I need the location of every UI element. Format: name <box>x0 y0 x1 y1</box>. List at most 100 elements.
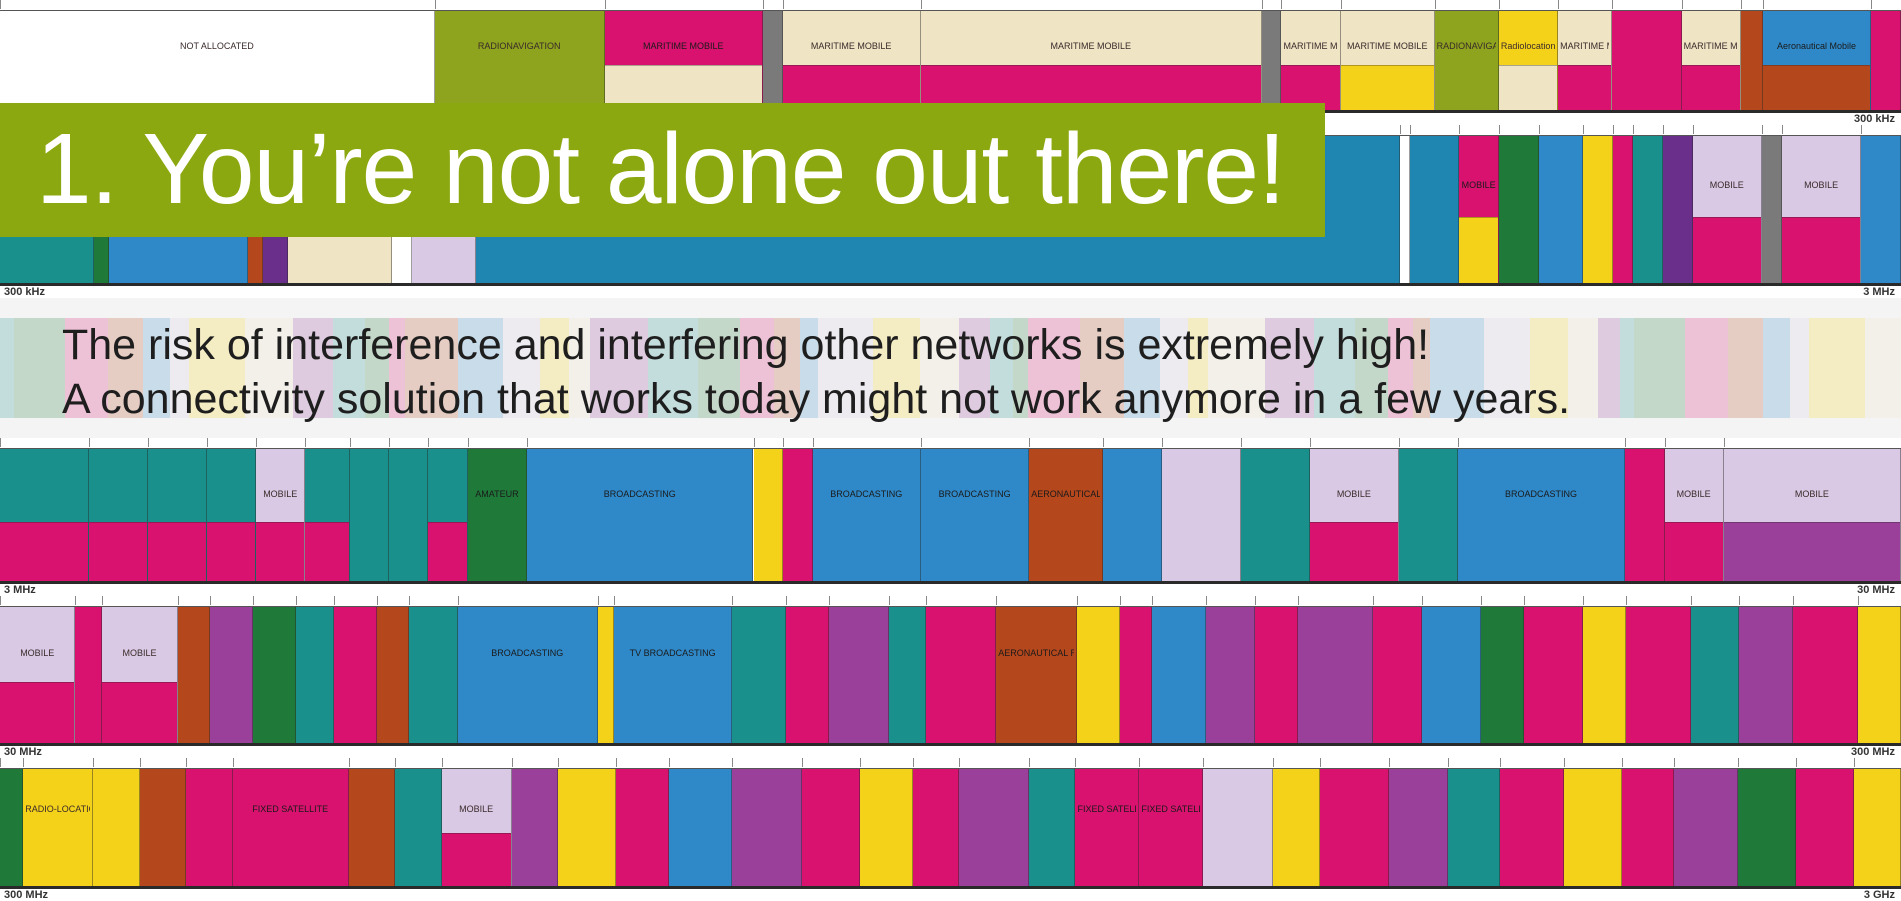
frequency-tick <box>1389 758 1391 767</box>
allocation-block: MARITIME MOBILE <box>1681 11 1741 110</box>
faded-allocation-block <box>1620 318 1634 418</box>
frequency-tick <box>912 758 914 767</box>
allocation-block <box>1690 607 1740 743</box>
allocation-label: MOBILE <box>1709 180 1744 191</box>
allocation-block <box>1398 449 1458 581</box>
frequency-tick <box>349 438 351 447</box>
frequency-tick <box>1241 438 1243 447</box>
allocation-block: BROADCASTING <box>1457 449 1626 581</box>
allocation-block <box>1632 136 1663 283</box>
allocation-block: BROADCASTING <box>920 449 1030 581</box>
frequency-tick <box>1857 596 1859 605</box>
allocation-block: MARITIME MOBILE <box>920 11 1262 110</box>
frequency-tick <box>1632 125 1634 134</box>
allocation-block <box>253 607 297 743</box>
frequency-tick <box>177 596 179 605</box>
spectrum-row: RADIO-LOCATION FIXED SATELLITE MOBILE FIXED… <box>0 758 1901 901</box>
allocation-block <box>1612 11 1682 110</box>
start-frequency-label: 300 MHz <box>4 889 49 901</box>
allocation-block <box>802 769 861 886</box>
allocation-block <box>305 449 350 581</box>
allocation-block <box>349 449 390 581</box>
frequency-tick <box>1854 758 1856 767</box>
allocation-block <box>1625 449 1665 581</box>
allocation-label: MARITIME MOBILE <box>1683 40 1738 51</box>
secondary-allocation <box>1310 521 1398 581</box>
allocation-block <box>1152 607 1207 743</box>
allocation-label: MARITIME MOBILE <box>1050 40 1132 51</box>
frequency-tick <box>1319 758 1321 767</box>
frequency-tick <box>613 596 615 605</box>
frequency-tick <box>1739 596 1741 605</box>
frequency-tick <box>526 438 528 447</box>
frequency-tick <box>1662 125 1664 134</box>
allocation-block <box>1120 607 1153 743</box>
allocation-label: MOBILE <box>263 488 298 499</box>
frequency-tick <box>1273 758 1275 767</box>
frequency-tick <box>511 758 513 767</box>
allocation-label: FIXED SATELLITE <box>252 804 329 815</box>
allocation-block: MOBILE <box>1723 449 1901 581</box>
frequency-tick <box>1203 758 1205 767</box>
frequency-tick <box>1409 125 1411 134</box>
allocation-label: FIXED SATELLITE <box>1077 804 1136 815</box>
allocation-label: RADIONAVIGATION <box>477 40 561 51</box>
frequency-tick <box>753 438 755 447</box>
frequency-tick <box>409 596 411 605</box>
frequency-tick <box>1762 0 1764 9</box>
frequency-tick <box>786 596 788 605</box>
frequency-tick <box>860 758 862 767</box>
frequency-tick <box>1690 596 1692 605</box>
faded-allocation-block <box>1634 318 1685 418</box>
frequency-tick <box>926 596 928 605</box>
allocation-label: AERONAUTICAL RADIONAVIGATION <box>1031 488 1101 499</box>
allocation-block <box>1861 136 1901 283</box>
allocation-block <box>1480 607 1525 743</box>
frequency-tick <box>829 596 831 605</box>
allocation-block <box>1103 449 1163 581</box>
frequency-tick <box>75 596 77 605</box>
frequency-tick <box>441 758 443 767</box>
allocation-block <box>1793 607 1858 743</box>
spectrum-band: MOBILE MOBILE BROADCASTING TV BROADCASTING A… <box>0 606 1901 746</box>
secondary-allocation <box>1681 65 1740 110</box>
allocation-block <box>376 607 410 743</box>
frequency-tick <box>1421 596 1423 605</box>
slide-title: 1. You’re not alone out there! <box>36 113 1286 225</box>
secondary-allocation <box>0 521 88 581</box>
allocation-block: MOBILE <box>1692 136 1763 283</box>
secondary-allocation <box>1459 216 1498 283</box>
allocation-label: Radiolocation <box>1500 40 1556 51</box>
frequency-tick <box>1297 596 1299 605</box>
slide: NOT ALLOCATED RADIONAVIGATION MARITIME MOB… <box>0 0 1901 901</box>
frequency-tick <box>732 596 734 605</box>
frequency-tick <box>1563 758 1565 767</box>
allocation-block <box>1538 136 1584 283</box>
allocation-block <box>1740 11 1763 110</box>
secondary-allocation <box>206 521 256 581</box>
allocation-label: MOBILE <box>1336 488 1371 499</box>
allocation-block <box>93 769 140 886</box>
allocation-block: MARITIME MOBILE <box>1558 11 1613 110</box>
frequency-tick <box>762 0 764 9</box>
frequency-tick <box>1674 758 1676 767</box>
faded-allocation-block <box>14 318 65 418</box>
secondary-allocation <box>147 521 206 581</box>
frequency-tick <box>1740 0 1742 9</box>
allocation-block <box>1626 607 1691 743</box>
allocation-block <box>1857 607 1901 743</box>
frequency-tick <box>1861 125 1863 134</box>
frequency-tick <box>1793 596 1795 605</box>
allocation-block: MARITIME MOBILE <box>782 11 921 110</box>
allocation-label: AMATEUR <box>475 488 519 499</box>
secondary-allocation <box>1558 65 1612 110</box>
frequency-tick <box>1480 596 1482 605</box>
allocation-block <box>616 769 669 886</box>
allocation-block: BROADCASTING <box>526 449 754 581</box>
frequency-tick <box>1692 125 1694 134</box>
frequency-tick <box>348 758 350 767</box>
allocation-block: AERONAUTICAL RADIONAVIGATION <box>1029 449 1104 581</box>
allocation-label: NOT ALLOCATED <box>180 40 254 51</box>
allocation-label: BROADCASTING <box>1504 488 1577 499</box>
frequency-tick <box>389 438 391 447</box>
